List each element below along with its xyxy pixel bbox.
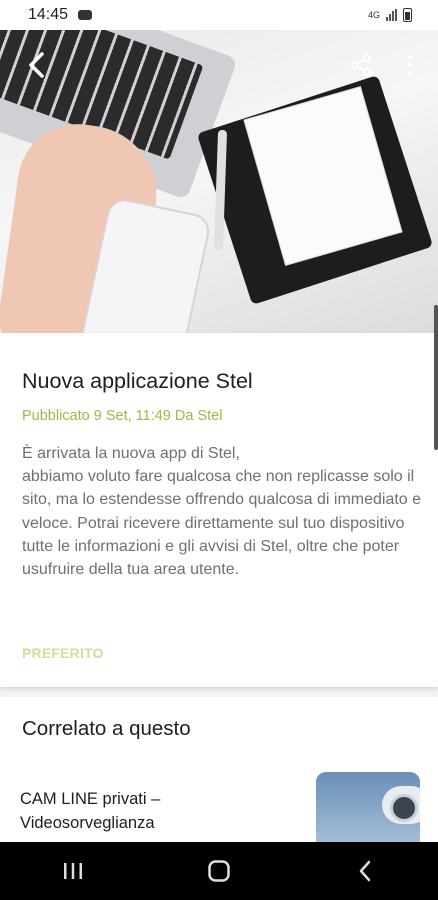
favorite-button[interactable]: PREFERITO: [22, 645, 104, 661]
home-icon: [208, 860, 230, 882]
signal-icon: [386, 9, 397, 21]
network-type: 4G: [367, 10, 380, 20]
article-card: Nuova applicazione Stel Pubblicato 9 Set…: [0, 333, 438, 687]
share-icon: [351, 54, 371, 76]
more-options-button[interactable]: [393, 48, 427, 82]
related-item-title[interactable]: CAM LINE privati – Videosorveglianza: [20, 787, 250, 835]
home-button[interactable]: [189, 851, 249, 891]
article-body: È arrivata la nuova app di Stel, abbiamo…: [22, 445, 422, 579]
more-vert-icon: [407, 54, 413, 76]
recents-button[interactable]: [43, 851, 103, 891]
article-title: Nuova applicazione Stel: [22, 369, 253, 393]
battery-icon: [403, 8, 412, 22]
back-button[interactable]: [20, 48, 54, 82]
share-button[interactable]: [344, 48, 378, 82]
related-section: Correlato a questo CAM LINE privati – Vi…: [0, 697, 438, 842]
system-back-button[interactable]: [335, 851, 395, 891]
camera-image: [382, 786, 420, 824]
navigation-bar: [0, 842, 438, 900]
article-meta: Pubblicato 9 Set, 11:49 Da Stel: [22, 408, 223, 424]
related-item-thumbnail[interactable]: [316, 772, 420, 842]
back-arrow-icon: [29, 52, 44, 78]
status-time: 14:45: [28, 6, 69, 23]
scrollbar[interactable]: [434, 305, 438, 450]
status-bar: 14:45 4G: [0, 0, 438, 30]
notification-icon: [78, 10, 93, 20]
nav-back-icon: [359, 860, 371, 882]
related-title: Correlato a questo: [22, 717, 191, 740]
hero-image: [0, 30, 438, 333]
recents-icon: [64, 863, 82, 879]
